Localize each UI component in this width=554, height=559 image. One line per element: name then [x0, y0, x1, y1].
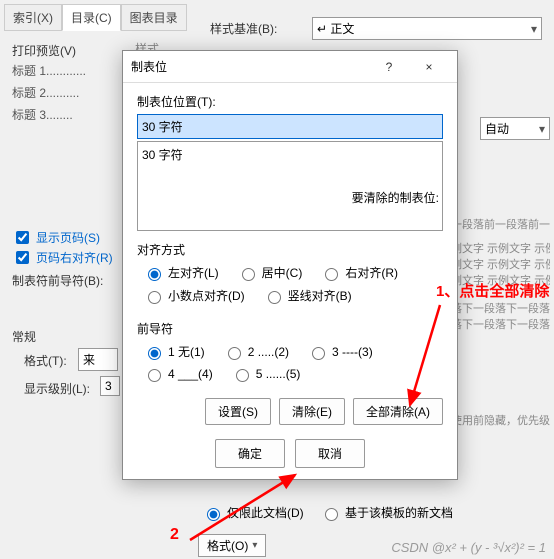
- template-radio[interactable]: 基于该模板的新文档: [320, 504, 453, 521]
- titlebar: 制表位 ? ×: [123, 51, 457, 83]
- watermark: CSDN @x² + (y - ³√x²)² = 1: [391, 540, 546, 555]
- general-section: 常规: [12, 328, 36, 345]
- tab-pos-list[interactable]: 30 字符: [137, 141, 443, 231]
- close-button[interactable]: ×: [409, 60, 449, 74]
- tab-toc[interactable]: 目录(C): [62, 4, 121, 31]
- style-base-select[interactable]: ↵ 正文: [312, 17, 542, 40]
- align-bar-radio[interactable]: 竖线对齐(B): [263, 287, 352, 304]
- list-item[interactable]: 30 字符: [142, 146, 438, 163]
- action-buttons: 设置(S) 清除(E) 全部清除(A): [137, 398, 443, 425]
- clear-label: 要清除的制表位:: [352, 189, 439, 206]
- clear-all-button[interactable]: 全部清除(A): [353, 398, 443, 425]
- level-value[interactable]: 3: [100, 376, 120, 396]
- annotation-2: 2: [170, 526, 179, 544]
- leader-4-radio[interactable]: 4 ___(4): [143, 366, 213, 382]
- tab-pos-input[interactable]: 30 字符: [137, 114, 443, 139]
- format-label: 格式(T):: [24, 352, 67, 369]
- doc-only-radio[interactable]: 仅限此文档(D): [202, 504, 304, 521]
- auto-dropdown[interactable]: 自动: [480, 117, 550, 140]
- leader-label: 制表符前导符(B):: [12, 272, 103, 289]
- format-dropdown-btn[interactable]: 格式(O): [198, 534, 266, 557]
- format-value[interactable]: 来: [78, 348, 118, 371]
- tab-index[interactable]: 索引(X): [4, 4, 62, 31]
- show-pages-check[interactable]: 显示页码(S): [12, 228, 100, 247]
- dialog-title: 制表位: [131, 58, 369, 75]
- help-button[interactable]: ?: [369, 60, 409, 74]
- dialog-body: 制表位位置(T): 30 字符 30 字符 要清除的制表位: 对齐方式 左对齐(…: [123, 83, 457, 479]
- tab-row: 索引(X) 目录(C) 图表目录: [4, 4, 187, 31]
- leader-5-radio[interactable]: 5 ......(5): [231, 366, 301, 382]
- ok-cancel-row: 确定 取消: [137, 439, 443, 468]
- tab-figures[interactable]: 图表目录: [121, 4, 187, 31]
- align-decimal-radio[interactable]: 小数点对齐(D): [143, 287, 245, 304]
- cancel-button[interactable]: 取消: [295, 439, 365, 468]
- annotation-1: 1、点击全部清除: [436, 280, 549, 301]
- level-label: 显示级别(L):: [24, 380, 90, 397]
- style-base-label: 样式基准(B):: [210, 20, 277, 37]
- leader-group: 前导符 1 无(1) 2 .....(2) 3 ----(3) 4 ___(4)…: [137, 320, 443, 388]
- leader-3-radio[interactable]: 3 ----(3): [307, 343, 373, 360]
- align-right-radio[interactable]: 右对齐(R): [320, 264, 398, 281]
- leader-1-radio[interactable]: 1 无(1): [143, 343, 205, 360]
- leader-2-radio[interactable]: 2 .....(2): [223, 343, 289, 360]
- align-center-radio[interactable]: 居中(C): [237, 264, 303, 281]
- align-group: 对齐方式 左对齐(L) 居中(C) 右对齐(R) 小数点对齐(D) 竖线对齐(B…: [137, 241, 443, 310]
- align-title: 对齐方式: [137, 241, 443, 258]
- tab-stops-dialog: 制表位 ? × 制表位位置(T): 30 字符 30 字符 要清除的制表位: 对…: [122, 50, 458, 480]
- tab-pos-label: 制表位位置(T):: [137, 93, 443, 110]
- align-left-radio[interactable]: 左对齐(L): [143, 264, 219, 281]
- leader-title: 前导符: [137, 320, 443, 337]
- clear-button[interactable]: 清除(E): [279, 398, 345, 425]
- print-preview-label: 打印预览(V): [12, 42, 76, 59]
- right-align-check[interactable]: 页码右对齐(R): [12, 248, 113, 267]
- ok-button[interactable]: 确定: [215, 439, 285, 468]
- set-button[interactable]: 设置(S): [205, 398, 271, 425]
